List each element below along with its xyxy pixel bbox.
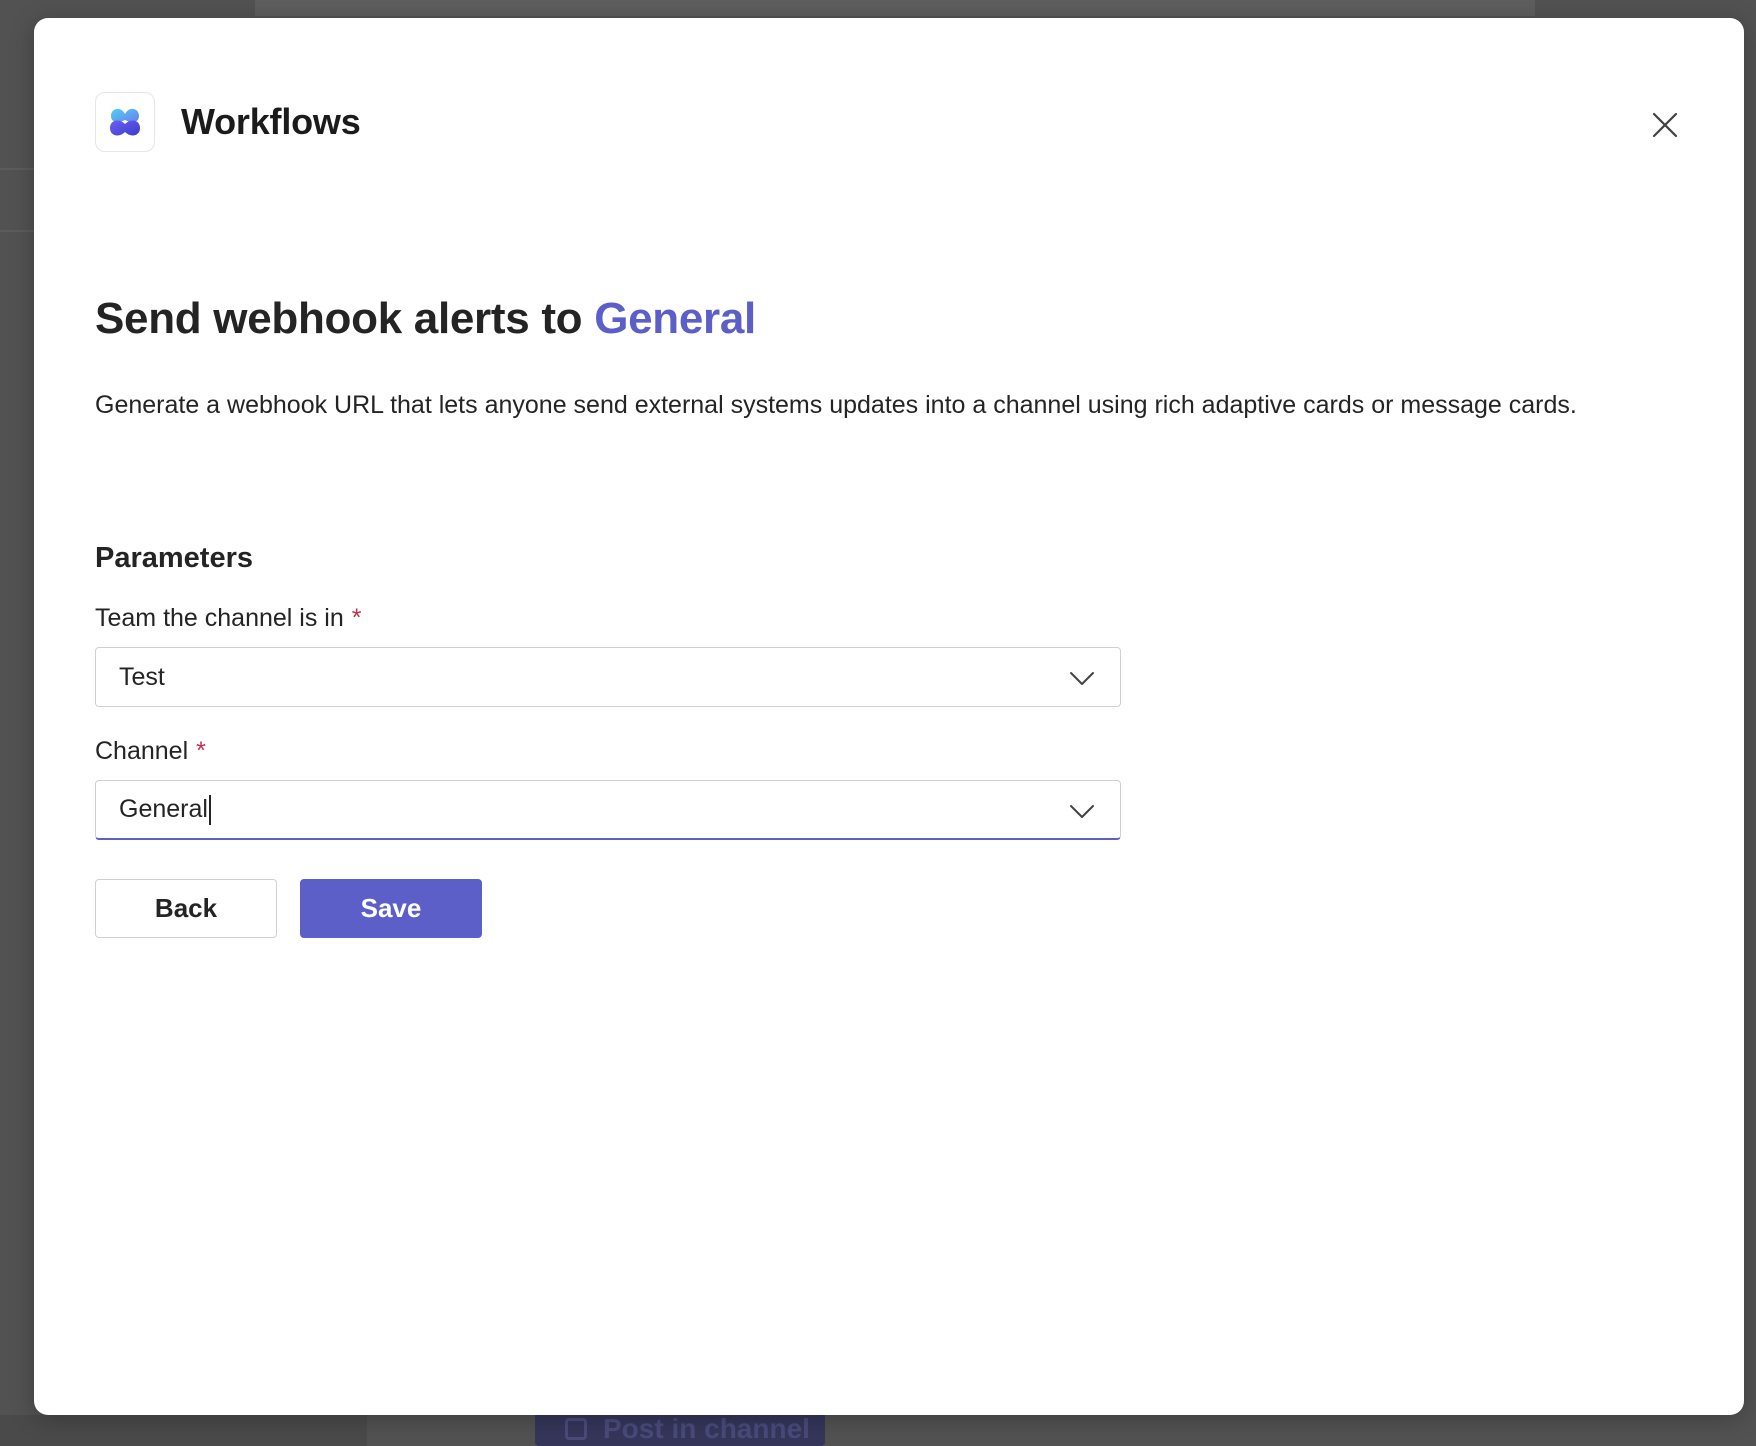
background-divider [0, 230, 34, 232]
channel-combobox-value: General [119, 795, 208, 823]
workflows-logo-icon [95, 92, 155, 152]
team-label-text: Team the channel is in [95, 604, 344, 632]
background-divider [0, 168, 34, 170]
title-channel-name: General [594, 294, 756, 343]
required-marker: * [196, 737, 206, 765]
title-prefix: Send webhook alerts to [95, 294, 583, 343]
background-post-in-channel-button: Post in channel [535, 1412, 825, 1446]
dialog-title: Send webhook alerts to General [95, 294, 756, 344]
team-dropdown-value: Test [119, 662, 165, 691]
channel-label-text: Channel [95, 737, 189, 765]
workflows-dialog: Workflows Send webhook alerts to General… [34, 18, 1744, 1415]
team-field-label: Team the channel is in * [95, 604, 362, 633]
back-button[interactable]: Back [95, 879, 277, 938]
parameters-heading: Parameters [95, 542, 253, 574]
close-icon [1652, 112, 1678, 138]
save-button[interactable]: Save [300, 879, 482, 938]
dialog-header: Workflows [95, 92, 361, 152]
background-post-button-label: Post in channel [603, 1413, 810, 1444]
app-name: Workflows [181, 101, 361, 142]
background-topbar [255, 0, 1535, 16]
team-dropdown[interactable]: Test [95, 647, 1121, 707]
dialog-description: Generate a webhook URL that lets anyone … [95, 391, 1577, 419]
channel-combobox[interactable]: General [95, 780, 1121, 840]
channel-field-label: Channel * [95, 737, 206, 766]
background-left-panel [0, 1415, 367, 1446]
post-icon [565, 1418, 587, 1440]
required-marker: * [351, 604, 362, 632]
chevron-down-icon [1070, 805, 1094, 818]
chevron-down-icon [1070, 672, 1094, 685]
close-button[interactable] [1648, 108, 1682, 142]
text-cursor [208, 794, 211, 825]
